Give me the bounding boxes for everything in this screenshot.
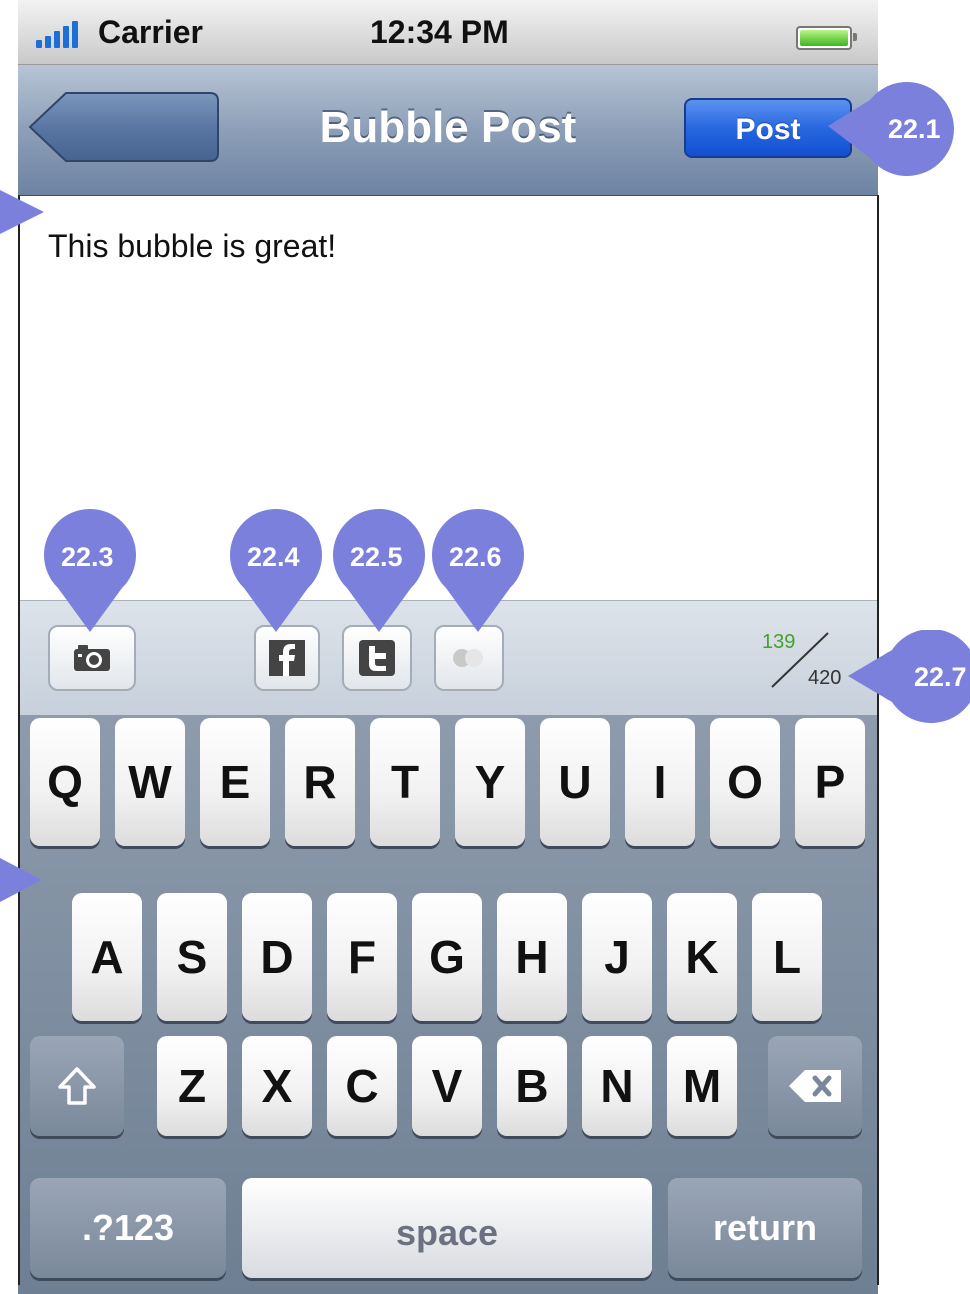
backspace-icon: [789, 1070, 841, 1102]
shift-key[interactable]: [30, 1036, 124, 1136]
key-y[interactable]: Y: [455, 718, 525, 846]
key-h[interactable]: H: [497, 893, 567, 1021]
callout-text-area-edge: [0, 182, 50, 247]
post-text: This bubble is great!: [48, 228, 337, 264]
device-edge: [877, 195, 879, 1285]
page-title: Bubble Post: [319, 103, 577, 152]
navigation-bar: Bubble Post Post: [18, 65, 878, 196]
callout-toggle: 22.6: [432, 504, 524, 639]
key-a[interactable]: A: [72, 893, 142, 1021]
delete-key[interactable]: [768, 1036, 862, 1136]
callout-camera: 22.3: [44, 504, 136, 639]
key-p[interactable]: P: [795, 718, 865, 846]
key-l[interactable]: L: [752, 893, 822, 1021]
key-m[interactable]: M: [667, 1036, 737, 1136]
key-d[interactable]: D: [242, 893, 312, 1021]
key-c[interactable]: C: [327, 1036, 397, 1136]
space-key[interactable]: space: [242, 1178, 652, 1278]
key-v[interactable]: V: [412, 1036, 482, 1136]
key-q[interactable]: Q: [30, 718, 100, 846]
callout-counter: 22.7: [846, 629, 970, 729]
camera-icon: [74, 645, 110, 671]
callout-keyboard-edge: [0, 852, 50, 917]
status-bar: Carrier 12:34 PM: [18, 0, 878, 65]
key-u[interactable]: U: [540, 718, 610, 846]
keyboard: Q W E R T Y U I O P A S D F G H J K L Z …: [18, 715, 878, 1294]
key-r[interactable]: R: [285, 718, 355, 846]
twitter-icon: [359, 640, 395, 676]
battery-icon: [796, 26, 857, 50]
key-w[interactable]: W: [115, 718, 185, 846]
back-button[interactable]: [28, 90, 220, 164]
key-s[interactable]: S: [157, 893, 227, 1021]
key-t[interactable]: T: [370, 718, 440, 846]
key-j[interactable]: J: [582, 893, 652, 1021]
carrier-name: Carrier: [98, 14, 203, 50]
numbers-key[interactable]: .?123: [30, 1178, 226, 1278]
key-f[interactable]: F: [327, 893, 397, 1021]
facebook-icon: [269, 640, 305, 676]
toggle-icon: [453, 649, 483, 667]
key-z[interactable]: Z: [157, 1036, 227, 1136]
status-time: 12:34 PM: [370, 14, 509, 50]
phone-screen: Carrier 12:34 PM Bubble Post Post This b…: [18, 0, 878, 1294]
signal-icon: [36, 20, 96, 48]
key-e[interactable]: E: [200, 718, 270, 846]
character-count-limit: 420: [808, 667, 842, 689]
key-n[interactable]: N: [582, 1036, 652, 1136]
key-g[interactable]: G: [412, 893, 482, 1021]
callout-twitter: 22.5: [333, 504, 425, 639]
key-k[interactable]: K: [667, 893, 737, 1021]
return-key[interactable]: return: [668, 1178, 862, 1278]
key-b[interactable]: B: [497, 1036, 567, 1136]
key-i[interactable]: I: [625, 718, 695, 846]
callout-post: 22.1: [826, 82, 970, 181]
callout-facebook: 22.4: [230, 504, 322, 639]
key-o[interactable]: O: [710, 718, 780, 846]
device-edge: [18, 195, 20, 1285]
shift-icon: [58, 1067, 96, 1105]
key-x[interactable]: X: [242, 1036, 312, 1136]
